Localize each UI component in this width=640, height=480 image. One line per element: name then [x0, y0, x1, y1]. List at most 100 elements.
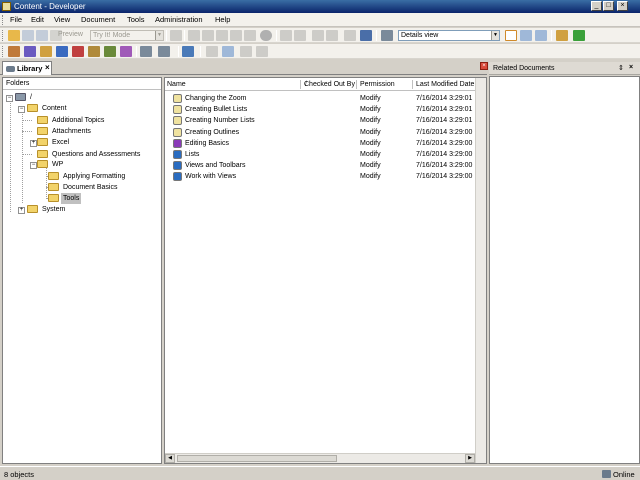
table-row[interactable]: Views and Toolbars Modify 7/16/2014 3:29:0…	[165, 160, 475, 171]
collapse-toggle[interactable]: −	[6, 95, 13, 102]
layout-icon[interactable]	[381, 30, 393, 41]
tree-item-tools[interactable]: Tools	[48, 193, 82, 204]
table-row[interactable]: Creating Bullet Lists Modify 7/16/2014 3:2…	[165, 104, 475, 115]
properties-icon[interactable]	[556, 30, 568, 41]
tree-item-attachments[interactable]: Attachments	[37, 126, 93, 137]
table-row[interactable]: Creating Outlines Modify 7/16/2014 3:29:00	[165, 127, 475, 138]
maximize-button[interactable]: □	[603, 1, 614, 11]
tree-item-label: Content	[42, 105, 67, 112]
horizontal-scrollbar[interactable]: ◀ ▶	[165, 453, 475, 463]
tree-item-root[interactable]: /	[15, 92, 34, 103]
collapse-toggle[interactable]: −	[18, 106, 25, 113]
table-row[interactable]: Lists Modify 7/16/2014 3:29:00	[165, 149, 475, 160]
new-web-page-icon[interactable]	[88, 46, 100, 57]
new-glossary-icon[interactable]	[104, 46, 116, 57]
tree-item-wp[interactable]: WP	[37, 159, 65, 170]
save-icon[interactable]	[22, 30, 34, 41]
print-icon[interactable]	[170, 30, 182, 41]
related-documents-list	[489, 76, 640, 464]
collapse-toggle[interactable]: −	[30, 162, 37, 169]
cell-permission: Modify	[360, 151, 381, 158]
menu-tools[interactable]: Tools	[127, 15, 145, 25]
table-row[interactable]: Editing Basics Modify 7/16/2014 3:29:00	[165, 138, 475, 149]
publish-icon[interactable]	[158, 46, 170, 57]
mode-combo[interactable]: Try It! Mode ▼	[90, 30, 164, 41]
details-view-icon[interactable]	[505, 30, 517, 41]
undo-icon[interactable]	[280, 30, 292, 41]
new-module-icon[interactable]	[24, 46, 36, 57]
tree-item-system[interactable]: System	[27, 204, 67, 215]
delete-icon[interactable]	[230, 30, 242, 41]
column-name[interactable]: Name	[167, 81, 186, 88]
close-button[interactable]: ×	[617, 1, 628, 11]
tab-close-button[interactable]: ×	[45, 63, 50, 72]
cell-last-modified: 7/16/2014 3:29:00	[416, 151, 473, 158]
separator	[166, 30, 167, 41]
column-checked-out-by[interactable]: Checked Out By	[304, 81, 355, 88]
copy-icon[interactable]	[202, 30, 214, 41]
connection-status: Online	[613, 470, 635, 479]
check-out-icon[interactable]	[222, 46, 234, 57]
redo-icon[interactable]	[294, 30, 306, 41]
zoom-out-icon[interactable]	[312, 30, 324, 41]
table-row[interactable]: Changing the Zoom Modify 7/16/2014 3:29:01	[165, 93, 475, 104]
pane-close-button[interactable]: ×	[480, 62, 488, 70]
table-row[interactable]: Creating Number Lists Modify 7/16/2014 3:2…	[165, 115, 475, 126]
menu-view[interactable]: View	[54, 15, 70, 25]
refresh-icon[interactable]	[573, 30, 585, 41]
tree-item-applying-formatting[interactable]: Applying Formatting	[48, 171, 127, 182]
scroll-right-button[interactable]: ▶	[465, 454, 475, 463]
menu-document[interactable]: Document	[81, 15, 115, 25]
import-icon[interactable]	[140, 46, 152, 57]
preview-label[interactable]: Preview	[58, 31, 83, 38]
new-package-icon[interactable]	[72, 46, 84, 57]
pin-icon[interactable]: ⇕	[618, 64, 624, 72]
menu-file[interactable]: File	[10, 15, 22, 25]
view-combo[interactable]: Details view ▼	[398, 30, 500, 41]
column-divider[interactable]	[412, 80, 413, 89]
expand-toggle[interactable]: +	[18, 207, 25, 214]
tree-item-excel[interactable]: Excel	[37, 137, 71, 148]
record-icon[interactable]	[182, 46, 194, 57]
scroll-left-button[interactable]: ◀	[165, 454, 175, 463]
folder-icon	[37, 150, 48, 159]
save-all-icon[interactable]	[36, 30, 48, 41]
new-topic-icon[interactable]	[56, 46, 68, 57]
tree-item-additional-topics[interactable]: Additional Topics	[37, 115, 106, 126]
spell-check-icon[interactable]	[344, 30, 356, 41]
column-last-modified[interactable]: Last Modified Date	[416, 81, 474, 88]
open-icon[interactable]	[8, 30, 20, 41]
minimize-button[interactable]: _	[591, 1, 602, 11]
zoom-in-icon[interactable]	[326, 30, 338, 41]
menu-administration[interactable]: Administration	[155, 15, 203, 25]
paste-icon[interactable]	[216, 30, 228, 41]
column-permission[interactable]: Permission	[360, 81, 395, 88]
tab-library[interactable]: Library ×	[2, 61, 52, 75]
close-icon[interactable]: ×	[629, 64, 633, 71]
column-divider[interactable]	[300, 80, 301, 89]
library-icon	[6, 66, 15, 72]
menu-edit[interactable]: Edit	[31, 15, 44, 25]
rename-icon[interactable]	[244, 30, 256, 41]
book-icon	[173, 172, 182, 182]
unlock-icon[interactable]	[256, 46, 268, 57]
new-section-icon[interactable]	[40, 46, 52, 57]
columns-view-icon[interactable]	[535, 30, 547, 41]
column-divider[interactable]	[356, 80, 357, 89]
help-icon[interactable]	[360, 30, 372, 41]
table-row[interactable]: Work with Views Modify 7/16/2014 3:29:00	[165, 171, 475, 182]
tree-item-document-basics[interactable]: Document Basics	[48, 182, 119, 193]
lock-icon[interactable]	[240, 46, 252, 57]
find-icon[interactable]	[260, 30, 272, 41]
cut-icon[interactable]	[188, 30, 200, 41]
separator	[136, 46, 137, 57]
vertical-scrollbar[interactable]	[475, 78, 486, 463]
menu-help[interactable]: Help	[215, 15, 230, 25]
tree-item-content[interactable]: Content	[27, 103, 69, 114]
new-role-icon[interactable]	[120, 46, 132, 57]
new-document-icon[interactable]	[8, 46, 20, 57]
expand-toggle[interactable]: +	[30, 140, 37, 147]
check-in-icon[interactable]	[206, 46, 218, 57]
split-view-icon[interactable]	[520, 30, 532, 41]
scroll-thumb[interactable]	[177, 455, 337, 462]
